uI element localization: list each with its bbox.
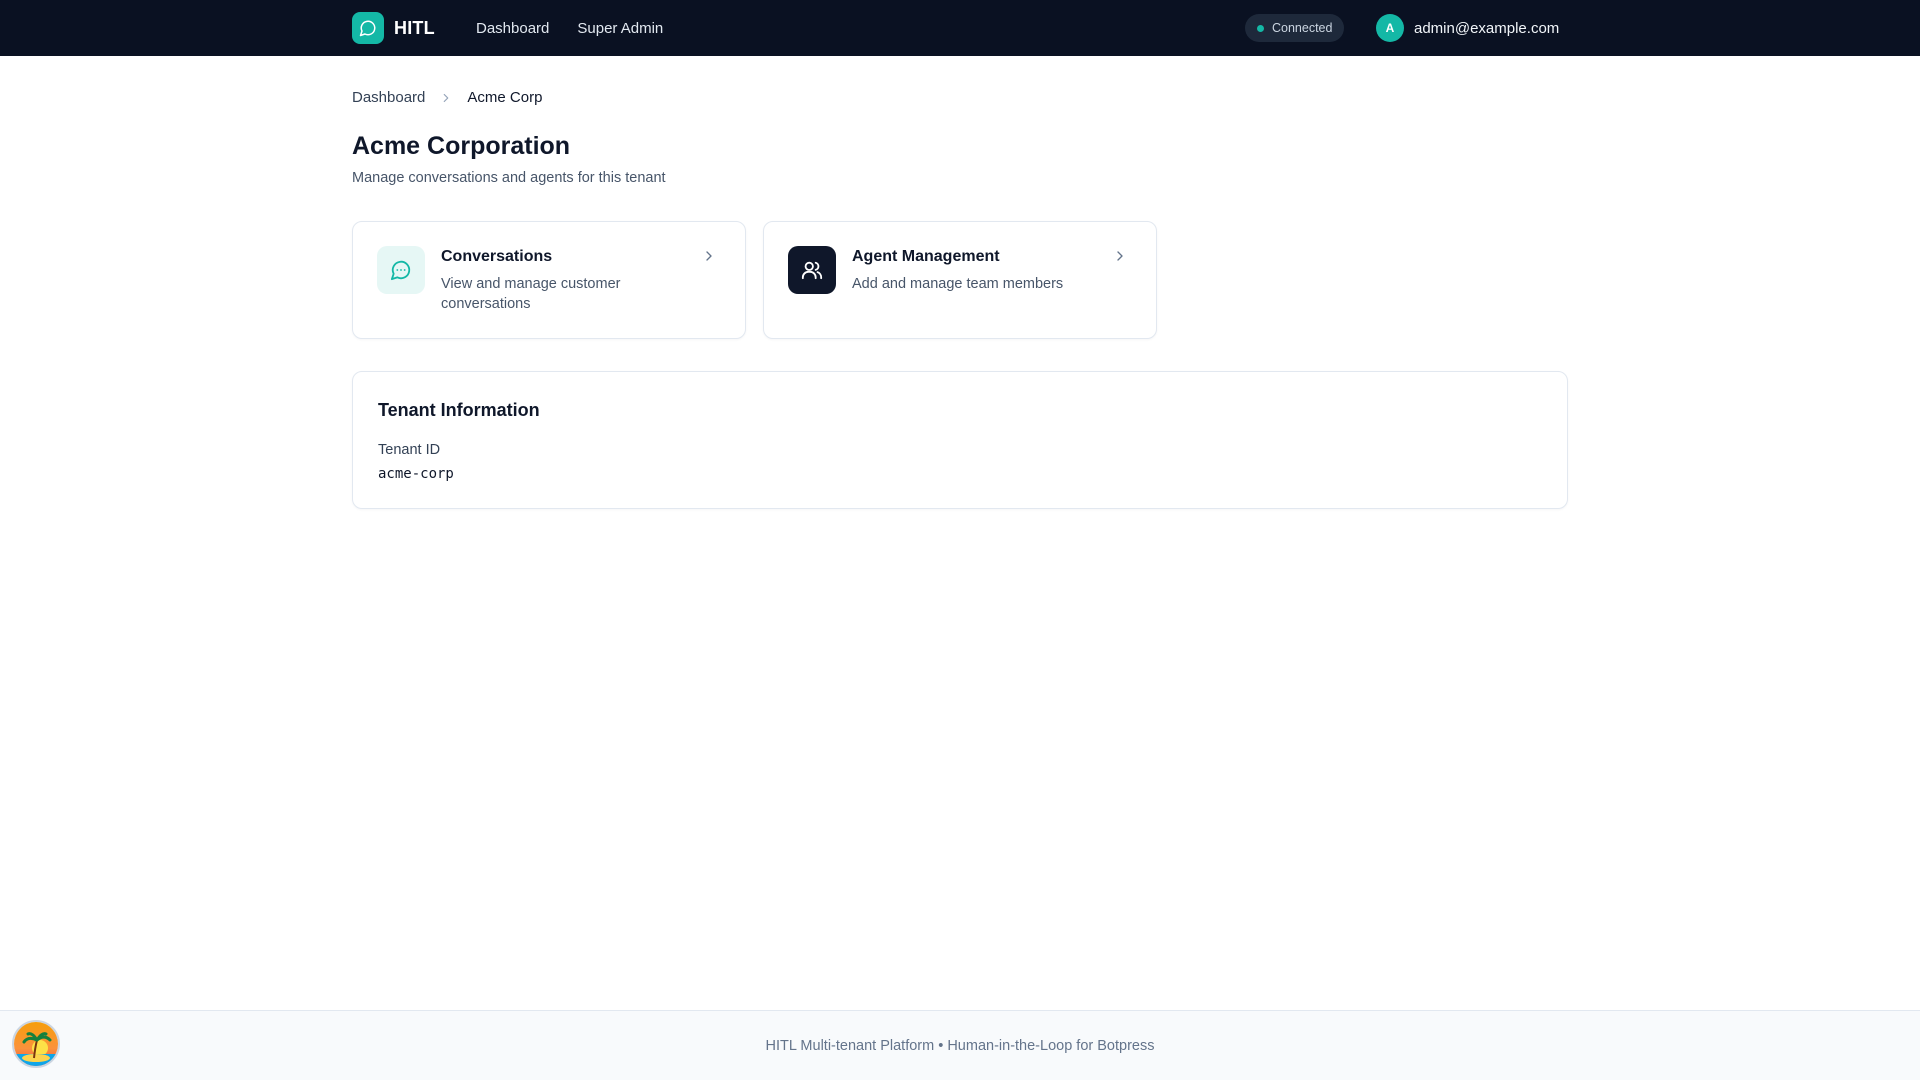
chevron-right-icon <box>701 248 717 269</box>
tenant-information-panel: Tenant Information Tenant ID acme-corp <box>352 371 1568 509</box>
chat-icon <box>377 246 425 294</box>
nav-dashboard[interactable]: Dashboard <box>476 20 549 37</box>
agent-management-card-description: Add and manage team members <box>852 276 1064 292</box>
conversations-card-description: View and manage customer conversations <box>441 276 621 312</box>
connection-status-badge: Connected <box>1245 14 1345 42</box>
connection-status-label: Connected <box>1272 21 1333 35</box>
footer: HITL Multi-tenant Platform • Human-in-th… <box>0 1010 1920 1080</box>
user-menu[interactable]: A admin@example.com <box>1376 14 1559 42</box>
chevron-right-icon <box>439 91 453 105</box>
agent-management-card-title: Agent Management <box>852 248 1000 265</box>
status-dot-icon <box>1257 24 1264 32</box>
user-email: admin@example.com <box>1414 19 1560 37</box>
chevron-right-icon <box>1112 248 1128 269</box>
tenant-id-label: Tenant ID <box>378 442 441 458</box>
palm-tree-badge-icon[interactable] <box>12 1020 60 1068</box>
users-icon <box>788 246 836 294</box>
page-title: Acme Corporation <box>352 132 571 160</box>
footer-text: HITL Multi-tenant Platform • Human-in-th… <box>765 1037 1155 1054</box>
agent-management-card[interactable]: Agent Management Add and manage team mem… <box>763 221 1157 339</box>
avatar: A <box>1376 14 1404 42</box>
tenant-id-value: acme-corp <box>378 466 454 482</box>
tenant-information-title: Tenant Information <box>378 400 540 420</box>
brand-name: HITL <box>394 17 435 38</box>
breadcrumb-current: Acme Corp <box>467 89 543 106</box>
nav-super-admin[interactable]: Super Admin <box>577 20 663 37</box>
main-nav: Dashboard Super Admin <box>476 0 663 56</box>
breadcrumb-dashboard-link[interactable]: Dashboard <box>352 89 425 106</box>
breadcrumb: Dashboard Acme Corp <box>352 89 542 106</box>
conversations-card-title: Conversations <box>441 248 553 265</box>
top-navigation-bar: HITL Dashboard Super Admin Connected A a… <box>0 0 1920 56</box>
brand[interactable]: HITL <box>352 12 435 44</box>
chat-logo-icon <box>352 12 384 44</box>
page-subtitle: Manage conversations and agents for this… <box>352 170 666 186</box>
conversations-card[interactable]: Conversations View and manage customer c… <box>352 221 746 339</box>
